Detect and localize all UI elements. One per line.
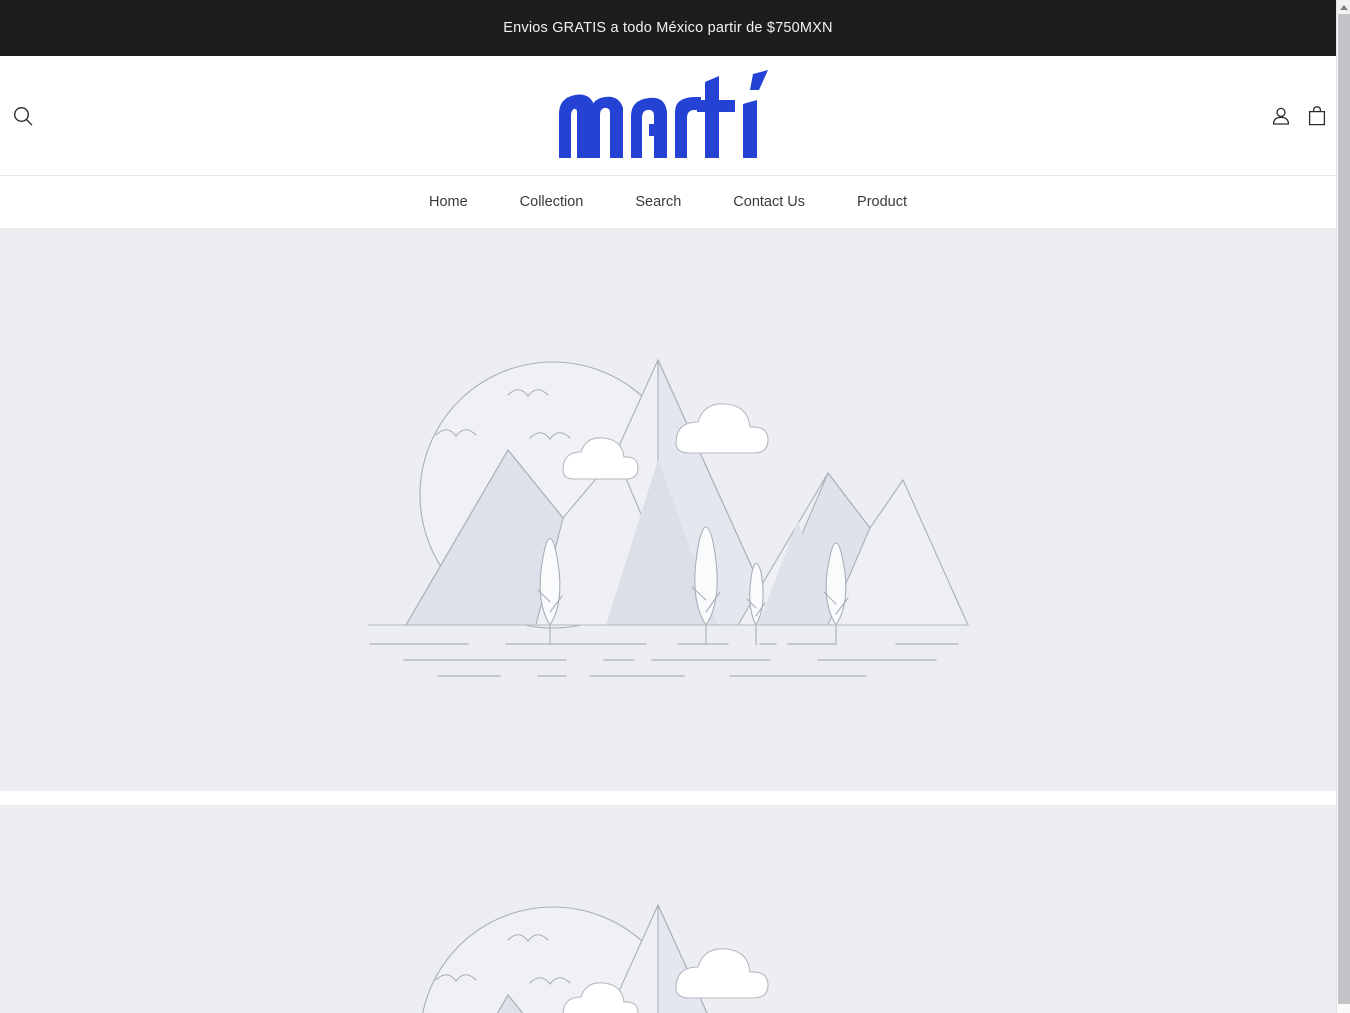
main-navigation: Home Collection Search Contact Us Produc… — [0, 176, 1336, 229]
mountain-landscape-placeholder-icon — [422, 903, 769, 1013]
vertical-scrollbar[interactable] — [1336, 0, 1350, 1013]
account-person-icon[interactable] — [1270, 105, 1292, 127]
scroll-up-arrow-icon[interactable] — [1337, 0, 1350, 14]
scrollbar-thumb[interactable] — [1338, 14, 1350, 1004]
header-actions — [1270, 105, 1328, 127]
site-logo[interactable] — [553, 68, 783, 164]
image-placeholder-two — [0, 805, 1336, 1013]
section-divider — [0, 791, 1336, 805]
nav-item-product[interactable]: Product — [831, 195, 933, 210]
nav-item-collection[interactable]: Collection — [494, 195, 610, 210]
announcement-bar: Envios GRATIS a todo México partir de $7… — [0, 0, 1336, 56]
nav-item-home[interactable]: Home — [403, 195, 494, 210]
marti-wordmark — [559, 69, 768, 158]
shopping-bag-icon[interactable] — [1306, 105, 1328, 127]
page-content: Envios GRATIS a todo México partir de $7… — [0, 0, 1336, 1013]
image-placeholder-one — [0, 229, 1336, 791]
nav-item-search[interactable]: Search — [609, 195, 707, 210]
search-icon[interactable] — [6, 99, 40, 133]
mountain-landscape-placeholder-icon — [368, 358, 969, 677]
site-header — [0, 56, 1336, 176]
announcement-text: Envios GRATIS a todo México partir de $7… — [503, 19, 833, 36]
browser-viewport: Envios GRATIS a todo México partir de $7… — [0, 0, 1350, 1013]
nav-item-contact-us[interactable]: Contact Us — [707, 195, 831, 210]
